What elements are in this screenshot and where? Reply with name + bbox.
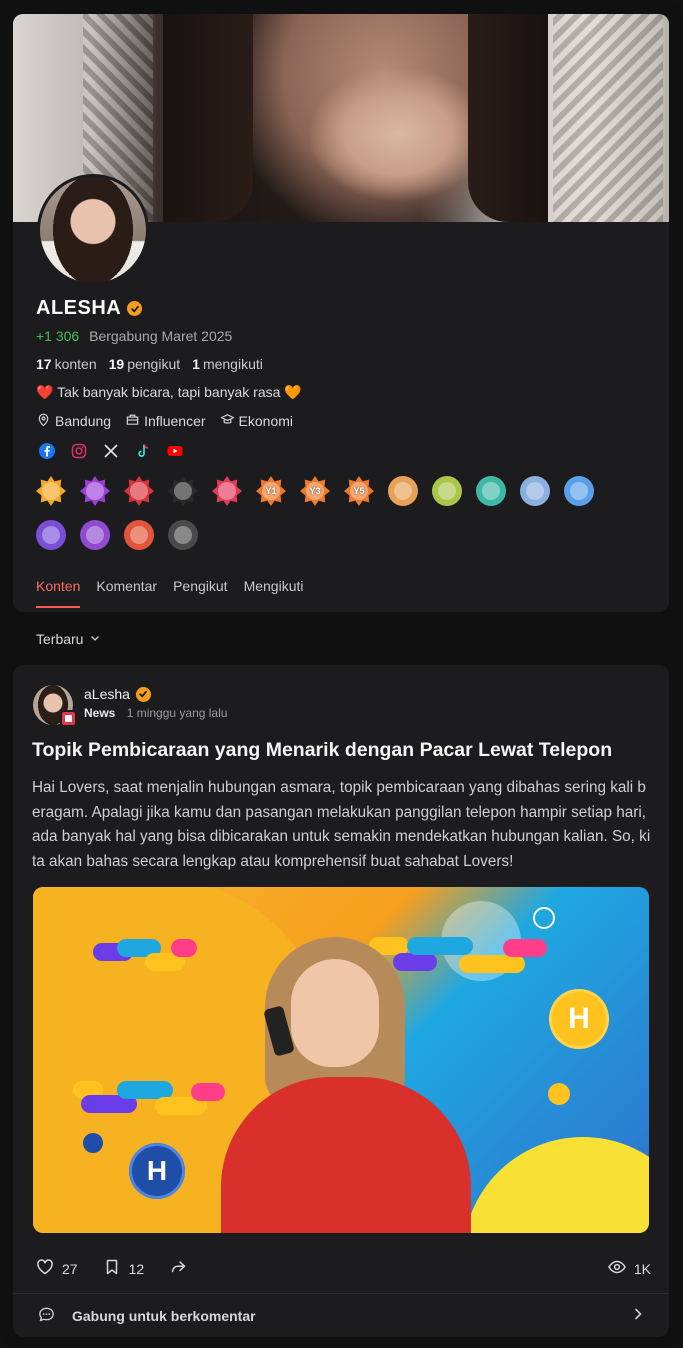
verified-icon [135,686,151,702]
location-text: Bandung [55,413,112,429]
bookmark-button[interactable]: 12 [102,1257,145,1280]
news-category-icon [60,710,77,727]
chevron-right-icon [631,1307,645,1324]
chevron-down-icon [89,631,101,647]
year3-badge[interactable]: Y3 [300,476,330,506]
teal-medal-badge[interactable] [476,476,506,506]
profile-avatar[interactable] [37,174,149,286]
like-count: 27 [62,1260,78,1277]
youtube-icon[interactable] [166,442,184,460]
bronze-medal-badge[interactable] [388,476,418,506]
sort-dropdown[interactable]: Terbaru [36,631,101,647]
social-links [38,442,184,460]
view-count-item: 1K [607,1257,651,1280]
comment-bubble-icon [37,1305,56,1327]
category-text: Ekonomi [238,413,294,429]
green-medal-badge[interactable] [432,476,462,506]
post-actions: 27 12 1K [35,1257,651,1280]
tab-konten[interactable]: Konten [36,578,81,608]
purple-crown-badge[interactable] [80,520,110,550]
stat-followers[interactable]: 19 pengikut [109,356,181,372]
post-author-name[interactable]: aLesha [84,686,130,702]
like-button[interactable]: 27 [35,1257,78,1280]
role-item: Influencer [125,412,206,430]
profile-bio: ❤️ Tak banyak bicara, tapi banyak rasa 🧡 [36,384,302,400]
briefcase-icon [125,412,140,430]
post-category[interactable]: News [84,706,115,720]
profile-joined: Bergabung Maret 2025 [89,328,233,344]
tab-pengikut[interactable]: Pengikut [173,578,227,608]
badge-list: Y1 Y3 Y5 [36,476,636,550]
year5-badge[interactable]: Y5 [344,476,374,506]
purple-gold-badge[interactable] [36,520,66,550]
sort-label: Terbaru [36,631,84,647]
post-time: 1 minggu yang lalu [126,706,228,720]
view-count: 1K [633,1260,651,1277]
post-title[interactable]: Topik Pembicaraan yang Menarik dengan Pa… [32,739,652,762]
facebook-icon[interactable] [38,442,56,460]
year1-badge[interactable]: Y1 [256,476,286,506]
post-image[interactable]: H H [33,887,649,1233]
heart-icon [35,1257,55,1280]
post-meta: News 1 minggu yang lalu [84,706,227,720]
x-icon[interactable] [102,442,120,460]
post-excerpt[interactable]: Hai Lovers, saat menjalin hubungan asmar… [32,776,652,874]
stat-content[interactable]: 17 konten [36,356,97,372]
profile-name: ALESHA [36,297,122,319]
share-icon [168,1257,188,1280]
post-author-row: aLesha [84,686,151,702]
verified-icon [127,301,143,316]
eye-icon [607,1257,627,1280]
profile-points: +1 306 [36,328,80,344]
graduation-cap-icon [220,412,235,430]
location-pin-icon [36,412,51,430]
post-card[interactable]: aLesha News 1 minggu yang lalu Topik Pem… [13,665,669,1337]
profile-meta: +1 306 Bergabung Maret 2025 [36,328,232,344]
role-text: Influencer [144,413,206,429]
ribbon-badge[interactable] [80,476,110,506]
tab-komentar[interactable]: Komentar [96,578,157,608]
logo-coin-blue: H [129,1143,185,1199]
profile-card: ALESHA +1 306 Bergabung Maret 2025 17 kon… [13,14,669,612]
bookmark-icon [102,1257,122,1280]
bug-badge[interactable] [212,476,242,506]
tab-mengikuti[interactable]: Mengikuti [244,578,304,608]
silver-medal-badge[interactable] [520,476,550,506]
category-item: Ekonomi [220,412,293,430]
profile-info: Bandung Influencer Ekonomi [36,412,293,430]
app-frame: ALESHA +1 306 Bergabung Maret 2025 17 kon… [0,0,683,1348]
tiktok-icon[interactable] [134,442,152,460]
stat-following[interactable]: 1 mengikuti [192,356,263,372]
comment-prompt: Gabung untuk berkomentar [72,1307,256,1324]
profile-tabs: Konten Komentar Pengikut Mengikuti [36,578,303,608]
bookmark-count: 12 [128,1260,145,1277]
instagram-icon[interactable] [70,442,88,460]
post-author-avatar[interactable] [33,685,77,727]
blue-medal-badge[interactable] [564,476,594,506]
lightning-badge[interactable] [124,476,154,506]
logo-coin-yellow: H [549,989,609,1049]
check-badge[interactable] [36,476,66,506]
red-gold-badge[interactable] [124,520,154,550]
star-badge[interactable] [168,476,198,506]
join-comment-bar[interactable]: Gabung untuk berkomentar [13,1293,669,1337]
share-button[interactable] [168,1257,188,1280]
dark-crown-badge[interactable] [168,520,198,550]
location-item: Bandung [36,412,111,430]
profile-name-row: ALESHA [36,297,143,320]
profile-stats: 17 konten 19 pengikut 1 mengikuti [36,356,263,372]
